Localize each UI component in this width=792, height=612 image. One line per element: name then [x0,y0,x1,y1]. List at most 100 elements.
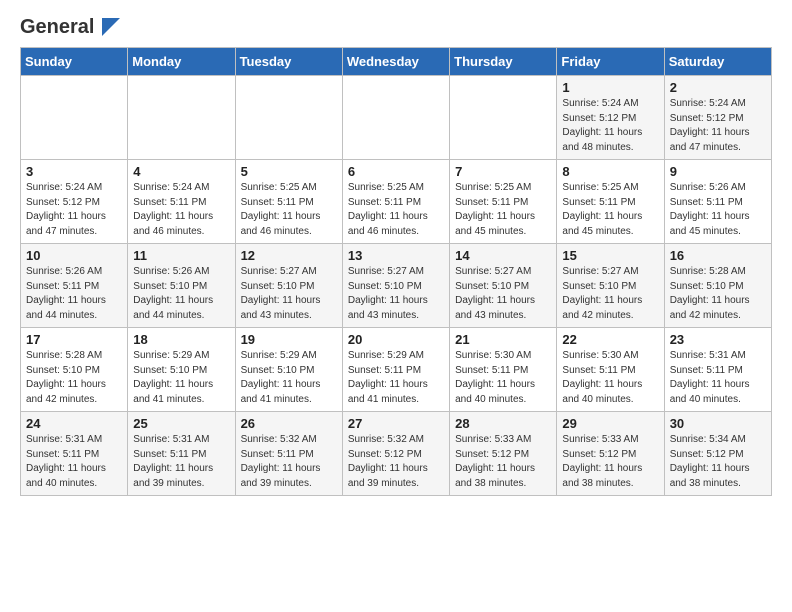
calendar-cell: 6 Sunrise: 5:25 AM Sunset: 5:11 PM Daylig… [342,160,449,244]
day-number: 9 [670,164,766,179]
day-info: Sunrise: 5:28 AM Sunset: 5:10 PM Dayligh… [670,265,766,323]
calendar-cell: 8Sunrise: 5:25 AM Sunset: 5:11 PM Daylig… [557,160,664,244]
calendar-cell: 4 Sunrise: 5:24 AM Sunset: 5:11 PM Daylig… [128,160,235,244]
weekday-header-tuesday: Tuesday [235,48,342,76]
day-info: Sunrise: 5:24 AM Sunset: 5:11 PM Dayligh… [133,181,229,239]
day-number: 22 [562,332,658,347]
calendar-cell: 29 Sunrise: 5:33 AM Sunset: 5:12 PM Dayli… [557,412,664,496]
day-number: 14 [455,248,551,263]
day-info: Sunrise: 5:26 AM Sunset: 5:10 PM Dayligh… [133,265,229,323]
day-number: 7 [455,164,551,179]
calendar-cell: 13 Sunrise: 5:27 AM Sunset: 5:10 PM Dayli… [342,244,449,328]
day-info: Sunrise: 5:29 AM Sunset: 5:10 PM Dayligh… [241,349,337,407]
calendar-cell [342,76,449,160]
logo: General [20,16,120,37]
day-info: Sunrise: 5:26 AM Sunset: 5:11 PM Dayligh… [670,181,766,239]
weekday-header-monday: Monday [128,48,235,76]
day-info: Sunrise: 5:31 AM Sunset: 5:11 PM Dayligh… [670,349,766,407]
weekday-header-friday: Friday [557,48,664,76]
day-number: 19 [241,332,337,347]
day-info: Sunrise: 5:31 AM Sunset: 5:11 PM Dayligh… [26,433,122,491]
day-number: 6 [348,164,444,179]
weekday-header-saturday: Saturday [664,48,771,76]
logo-text: General [20,16,120,39]
day-info: Sunrise: 5:29 AM Sunset: 5:10 PM Dayligh… [133,349,229,407]
day-info: Sunrise: 5:27 AM Sunset: 5:10 PM Dayligh… [562,265,658,323]
day-number: 12 [241,248,337,263]
calendar-cell: 19 Sunrise: 5:29 AM Sunset: 5:10 PM Dayli… [235,328,342,412]
calendar-week-4: 17 Sunrise: 5:28 AM Sunset: 5:10 PM Dayli… [21,328,772,412]
day-number: 13 [348,248,444,263]
calendar-cell: 23 Sunrise: 5:31 AM Sunset: 5:11 PM Dayli… [664,328,771,412]
day-number: 21 [455,332,551,347]
day-number: 8 [562,164,658,179]
day-number: 25 [133,416,229,431]
day-info: Sunrise: 5:25 AM Sunset: 5:11 PM Dayligh… [348,181,444,239]
calendar-table: SundayMondayTuesdayWednesdayThursdayFrid… [20,47,772,496]
calendar-cell [21,76,128,160]
day-info: Sunrise: 5:26 AM Sunset: 5:11 PM Dayligh… [26,265,122,323]
day-number: 27 [348,416,444,431]
day-info: Sunrise: 5:33 AM Sunset: 5:12 PM Dayligh… [455,433,551,491]
weekday-header-wednesday: Wednesday [342,48,449,76]
calendar-week-3: 10 Sunrise: 5:26 AM Sunset: 5:11 PM Dayli… [21,244,772,328]
day-info: Sunrise: 5:28 AM Sunset: 5:10 PM Dayligh… [26,349,122,407]
day-info: Sunrise: 5:29 AM Sunset: 5:11 PM Dayligh… [348,349,444,407]
weekday-header-thursday: Thursday [450,48,557,76]
day-number: 29 [562,416,658,431]
day-number: 2 [670,80,766,95]
day-info: Sunrise: 5:34 AM Sunset: 5:12 PM Dayligh… [670,433,766,491]
calendar-cell: 1Sunrise: 5:24 AM Sunset: 5:12 PM Daylig… [557,76,664,160]
day-number: 24 [26,416,122,431]
day-number: 11 [133,248,229,263]
day-number: 10 [26,248,122,263]
calendar-cell: 10 Sunrise: 5:26 AM Sunset: 5:11 PM Dayli… [21,244,128,328]
day-number: 23 [670,332,766,347]
day-number: 30 [670,416,766,431]
day-info: Sunrise: 5:32 AM Sunset: 5:12 PM Dayligh… [348,433,444,491]
day-number: 3 [26,164,122,179]
calendar-cell: 9 Sunrise: 5:26 AM Sunset: 5:11 PM Daylig… [664,160,771,244]
calendar-cell: 3 Sunrise: 5:24 AM Sunset: 5:12 PM Daylig… [21,160,128,244]
day-info: Sunrise: 5:24 AM Sunset: 5:12 PM Dayligh… [26,181,122,239]
weekday-header-sunday: Sunday [21,48,128,76]
day-number: 26 [241,416,337,431]
day-info: Sunrise: 5:33 AM Sunset: 5:12 PM Dayligh… [562,433,658,491]
calendar-week-1: 1Sunrise: 5:24 AM Sunset: 5:12 PM Daylig… [21,76,772,160]
calendar-cell: 28 Sunrise: 5:33 AM Sunset: 5:12 PM Dayli… [450,412,557,496]
calendar-cell: 12 Sunrise: 5:27 AM Sunset: 5:10 PM Dayli… [235,244,342,328]
day-info: Sunrise: 5:32 AM Sunset: 5:11 PM Dayligh… [241,433,337,491]
calendar-cell: 21Sunrise: 5:30 AM Sunset: 5:11 PM Dayli… [450,328,557,412]
day-number: 20 [348,332,444,347]
calendar-cell: 30 Sunrise: 5:34 AM Sunset: 5:12 PM Dayli… [664,412,771,496]
calendar-cell [235,76,342,160]
day-number: 17 [26,332,122,347]
calendar-cell: 5Sunrise: 5:25 AM Sunset: 5:11 PM Daylig… [235,160,342,244]
calendar-header-row: SundayMondayTuesdayWednesdayThursdayFrid… [21,48,772,76]
day-info: Sunrise: 5:30 AM Sunset: 5:11 PM Dayligh… [562,349,658,407]
header: General [20,16,772,37]
page: General SundayMondayTuesdayWednesdayThur… [0,0,792,512]
calendar-cell: 7Sunrise: 5:25 AM Sunset: 5:11 PM Daylig… [450,160,557,244]
day-number: 4 [133,164,229,179]
day-number: 15 [562,248,658,263]
calendar-cell: 17 Sunrise: 5:28 AM Sunset: 5:10 PM Dayli… [21,328,128,412]
calendar-cell: 15 Sunrise: 5:27 AM Sunset: 5:10 PM Dayli… [557,244,664,328]
day-number: 28 [455,416,551,431]
calendar-cell [450,76,557,160]
calendar-cell: 11 Sunrise: 5:26 AM Sunset: 5:10 PM Dayli… [128,244,235,328]
calendar-cell: 26 Sunrise: 5:32 AM Sunset: 5:11 PM Dayli… [235,412,342,496]
day-info: Sunrise: 5:27 AM Sunset: 5:10 PM Dayligh… [348,265,444,323]
calendar-cell: 25Sunrise: 5:31 AM Sunset: 5:11 PM Dayli… [128,412,235,496]
day-info: Sunrise: 5:27 AM Sunset: 5:10 PM Dayligh… [241,265,337,323]
calendar-cell [128,76,235,160]
calendar-week-5: 24 Sunrise: 5:31 AM Sunset: 5:11 PM Dayli… [21,412,772,496]
logo-icon [102,18,120,36]
calendar-cell: 16Sunrise: 5:28 AM Sunset: 5:10 PM Dayli… [664,244,771,328]
calendar-cell: 2Sunrise: 5:24 AM Sunset: 5:12 PM Daylig… [664,76,771,160]
calendar-cell: 20 Sunrise: 5:29 AM Sunset: 5:11 PM Dayli… [342,328,449,412]
day-number: 18 [133,332,229,347]
calendar-cell: 24 Sunrise: 5:31 AM Sunset: 5:11 PM Dayli… [21,412,128,496]
day-info: Sunrise: 5:24 AM Sunset: 5:12 PM Dayligh… [562,97,658,155]
calendar-cell: 22 Sunrise: 5:30 AM Sunset: 5:11 PM Dayli… [557,328,664,412]
